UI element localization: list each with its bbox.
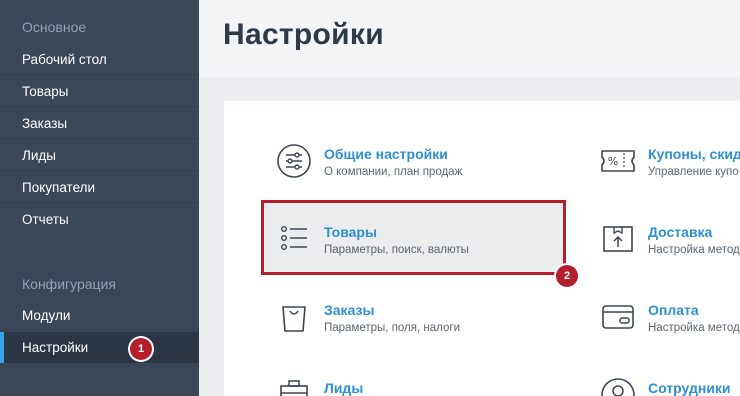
tile-title: Заказы	[324, 302, 375, 318]
tile-title: Сотрудники	[648, 380, 731, 396]
sidebar-item-customers[interactable]: Покупатели	[0, 172, 199, 203]
briefcase-icon	[280, 380, 308, 396]
sidebar-item-orders[interactable]: Заказы	[0, 108, 199, 139]
sidebar-section-config: Конфигурация	[22, 276, 116, 292]
package-icon	[603, 226, 633, 252]
tile-subtitle: Настройка метод	[648, 244, 740, 256]
tile-products[interactable]: Товары Параметры, поиск, валюты	[276, 221, 556, 261]
tile-subtitle: Настройка метод	[648, 322, 740, 334]
tile-title: Общие настройки	[324, 146, 448, 162]
tile-title: Товары	[324, 224, 377, 240]
tile-subtitle: О компании, план продаж	[324, 166, 463, 178]
shopping-bag-icon	[282, 306, 306, 332]
sidebar-item-reports[interactable]: Отчеты	[0, 204, 199, 235]
sidebar-section-main: Основное	[22, 19, 87, 35]
tile-coupons[interactable]: % Купоны, скид Управление купо	[600, 143, 740, 183]
sidebar-item-desktop[interactable]: Рабочий стол	[0, 44, 199, 75]
step-badge-2: 2	[556, 265, 578, 287]
list-icon	[280, 225, 307, 251]
sidebar-item-products[interactable]: Товары	[0, 76, 199, 107]
tile-subtitle: Управление купо	[648, 166, 739, 178]
tile-payment[interactable]: Оплата Настройка метод	[600, 299, 740, 339]
tile-title: Оплата	[648, 302, 699, 318]
page-title: Настройки	[223, 18, 384, 51]
tile-delivery[interactable]: Доставка Настройка метод	[600, 221, 740, 261]
tile-subtitle: Параметры, поиск, валюты	[324, 244, 469, 256]
tile-orders[interactable]: Заказы Параметры, поля, налоги	[276, 299, 556, 339]
sidebar: Основное Рабочий стол Товары Заказы Лиды…	[0, 0, 199, 396]
sidebar-item-leads[interactable]: Лиды	[0, 140, 199, 171]
tile-subtitle: Параметры, поля, налоги	[324, 322, 460, 334]
user-icon	[601, 378, 635, 396]
sliders-icon	[277, 144, 311, 178]
svg-text:%: %	[608, 155, 618, 168]
tile-title: Купоны, скид	[648, 146, 740, 162]
sidebar-item-settings[interactable]: Настройки	[0, 332, 199, 363]
tile-employees[interactable]: Сотрудники	[600, 377, 740, 396]
sidebar-item-modules[interactable]: Модули	[0, 300, 199, 331]
tile-general-settings[interactable]: Общие настройки О компании, план продаж	[276, 143, 566, 183]
wallet-icon	[602, 305, 634, 329]
page-header: Настройки	[199, 0, 740, 77]
step-badge-1: 1	[130, 338, 152, 360]
tile-title: Доставка	[648, 224, 713, 240]
tile-leads[interactable]: Лиды	[276, 377, 556, 396]
coupon-icon: %	[601, 150, 635, 172]
sidebar-item-settings-label: Настройки	[22, 340, 89, 355]
tile-title: Лиды	[324, 380, 364, 396]
